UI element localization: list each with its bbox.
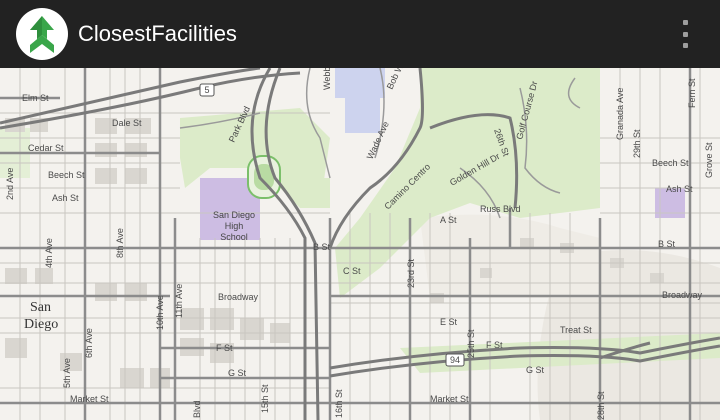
label-16th-st: 16th St bbox=[334, 389, 344, 418]
label-4th-ave: 4th Ave bbox=[44, 238, 54, 268]
label-23rd-st: 23rd St bbox=[406, 258, 416, 288]
label-treat-st: Treat St bbox=[560, 325, 592, 335]
label-e-st: E St bbox=[440, 317, 458, 327]
label-beech-st-left: Beech St bbox=[48, 170, 85, 180]
label-b-st-right: B St bbox=[658, 239, 676, 249]
green-up-arrow-icon[interactable] bbox=[16, 8, 68, 60]
label-granada-ave: Granada Ave bbox=[615, 88, 625, 140]
route-94-label: 94 bbox=[450, 355, 460, 365]
label-f-st-left: F St bbox=[216, 343, 233, 353]
label-ash-st-left: Ash St bbox=[52, 193, 79, 203]
overflow-menu-icon[interactable] bbox=[678, 20, 692, 48]
label-ash-st-right: Ash St bbox=[666, 184, 693, 194]
label-grove-st: Grove St bbox=[704, 142, 714, 178]
label-g-st-right: G St bbox=[526, 365, 545, 375]
label-8th-ave: 8th Ave bbox=[115, 228, 125, 258]
label-broadway-right: Broadway bbox=[662, 290, 703, 300]
route-94-shield: 94 bbox=[445, 353, 465, 367]
label-25th-st: 25th St bbox=[466, 329, 476, 358]
map-view[interactable]: 5 94 Elm St Dale St Cedar St Beech St As… bbox=[0, 68, 720, 420]
label-28th-st: 28th St bbox=[596, 391, 606, 420]
label-diego: Diego bbox=[24, 317, 58, 332]
route-5-label: 5 bbox=[204, 85, 209, 95]
label-f-st-right: F St bbox=[486, 340, 503, 350]
label-school-line2: High bbox=[225, 221, 244, 231]
label-market-st-right: Market St bbox=[430, 394, 469, 404]
map-canvas[interactable]: 5 94 Elm St Dale St Cedar St Beech St As… bbox=[0, 68, 720, 420]
app-title: ClosestFacilities bbox=[78, 21, 237, 46]
label-broadway-mid: Broadway bbox=[218, 292, 259, 302]
label-29th-st: 29th St bbox=[632, 129, 642, 158]
label-6th-ave: 6th Ave bbox=[84, 328, 94, 358]
label-dale-st: Dale St bbox=[112, 118, 142, 128]
label-11th-ave: 11th Ave bbox=[174, 284, 184, 318]
label-fern-st: Fern St bbox=[687, 78, 697, 108]
label-school-line1: San Diego bbox=[213, 210, 255, 220]
label-b-st-mid: B St bbox=[313, 242, 331, 252]
label-g-st-left: G St bbox=[228, 368, 247, 378]
label-a-st: A St bbox=[440, 215, 457, 225]
label-webb: Webb bbox=[322, 68, 332, 90]
route-5-shield: 5 bbox=[199, 83, 215, 97]
label-beech-st-right: Beech St bbox=[652, 158, 689, 168]
label-5th-ave: 5th Ave bbox=[62, 358, 72, 388]
label-blvd: Blvd bbox=[192, 400, 202, 418]
label-san: San bbox=[30, 300, 51, 315]
label-15th-st: 15th St bbox=[260, 384, 270, 413]
label-cedar-st: Cedar St bbox=[28, 143, 64, 153]
label-10th-ave: 10th Ave bbox=[155, 295, 165, 330]
label-2nd-ave: 2nd Ave bbox=[5, 168, 15, 200]
app-bar: ClosestFacilities bbox=[0, 0, 720, 68]
label-school-line3: School bbox=[220, 232, 248, 242]
label-russ-blvd: Russ Blvd bbox=[480, 204, 521, 214]
label-c-st: C St bbox=[343, 266, 361, 276]
label-elm-st: Elm St bbox=[22, 93, 49, 103]
label-market-st-left: Market St bbox=[70, 394, 109, 404]
